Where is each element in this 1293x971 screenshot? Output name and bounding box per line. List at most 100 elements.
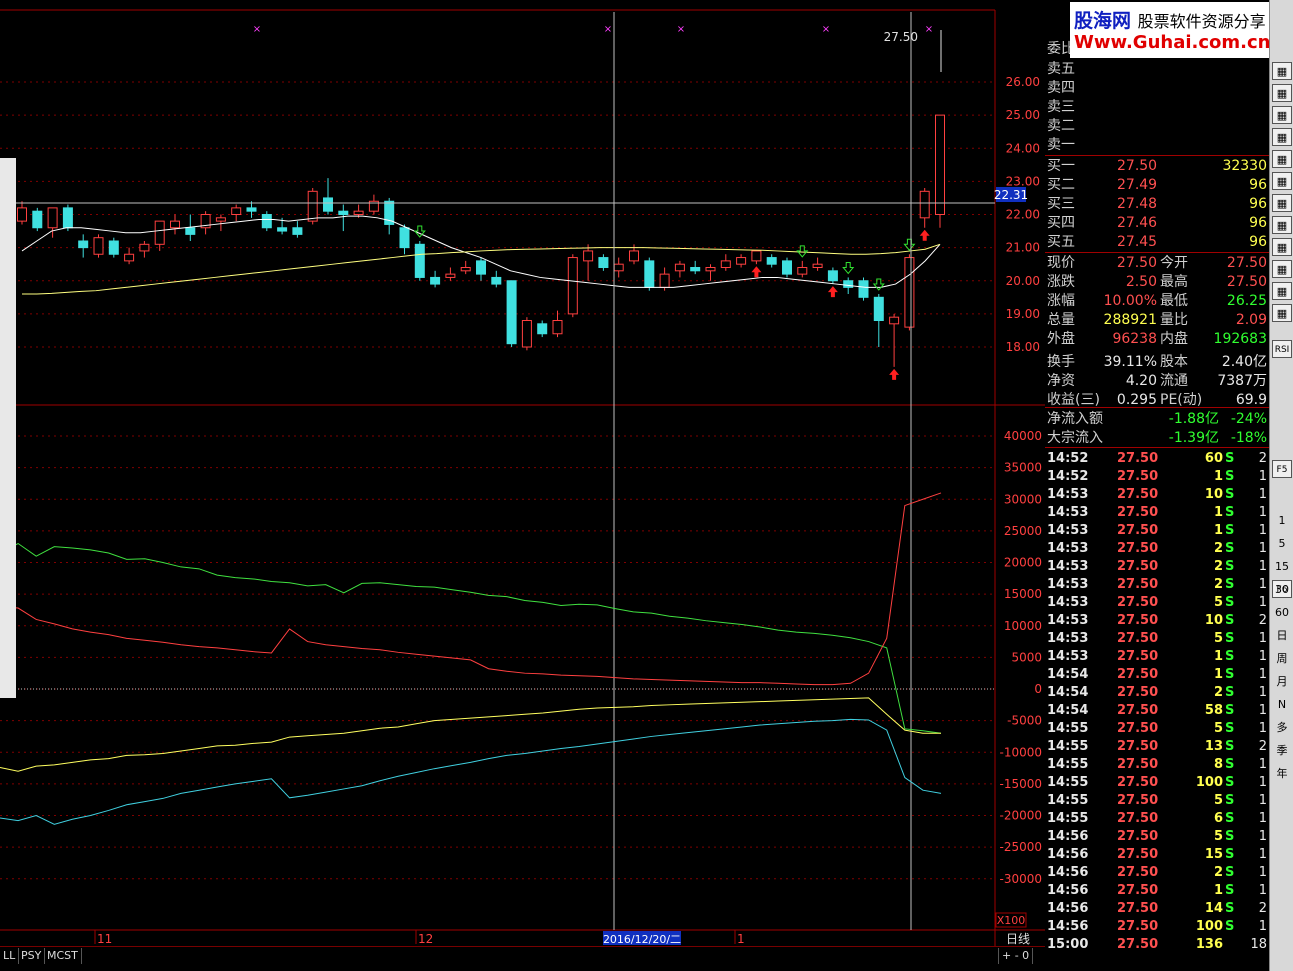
trade-row: 14:53 27.50 2 S 1 [1045, 540, 1269, 558]
candle-body-up [904, 257, 915, 328]
trade-row: 14:52 27.50 1 S 1 [1045, 468, 1269, 486]
candle [476, 257, 486, 281]
indicator-tabs: LL PSY MCST + - 0 [0, 946, 1045, 965]
trade-volume: 1 [1213, 667, 1223, 682]
period-button[interactable]: 1 [1272, 512, 1292, 530]
candle-body-down [185, 227, 196, 235]
candle-body-up [445, 273, 456, 278]
candle-body-down [827, 270, 838, 282]
trade-count: 1 [1258, 829, 1267, 844]
sell-arrow-icon [903, 238, 916, 252]
toolbar-icon[interactable]: ▦ [1272, 282, 1292, 300]
trade-count: 1 [1258, 757, 1267, 772]
buy-arrow-icon [827, 286, 838, 298]
tab-mcst[interactable]: MCST [44, 948, 82, 964]
period-button[interactable]: 15 [1272, 558, 1292, 576]
trade-row: 14:52 27.50 60 S 2 [1045, 450, 1269, 468]
period-button[interactable]: N [1272, 696, 1292, 714]
tab-psy[interactable]: PSY [18, 948, 46, 964]
period-button[interactable]: 60 [1272, 604, 1292, 622]
candle-body-down [690, 267, 701, 272]
toolbar-icon[interactable]: ▦ [1272, 106, 1292, 124]
trade-time: 14:52 [1047, 451, 1089, 466]
trade-volume: 5 [1213, 721, 1223, 736]
toolbar-icon[interactable]: ▦ [1272, 304, 1292, 322]
period-button[interactable]: 周 [1272, 650, 1292, 668]
period-button[interactable]: 多 [1272, 719, 1292, 737]
candle [62, 204, 73, 232]
toolbar-icon[interactable]: ▦ [1272, 84, 1292, 102]
trade-volume: 2 [1213, 865, 1223, 880]
candle-body-up [797, 267, 808, 275]
zoom-controls[interactable]: + - 0 [998, 948, 1034, 964]
trade-price: 27.50 [1117, 667, 1159, 682]
trade-side: S [1225, 487, 1235, 502]
trade-volume: 1 [1213, 505, 1223, 520]
quote-row: 涨跌 2.50 最高 27.50 [1045, 273, 1269, 291]
trade-price: 27.50 [1117, 901, 1159, 916]
trade-count: 1 [1258, 469, 1267, 484]
logo-tagline: 股票软件资源分享 [1137, 12, 1266, 31]
trade-side: S [1225, 667, 1235, 682]
bid-label: 买五 [1047, 234, 1075, 250]
trade-count: 1 [1258, 505, 1267, 520]
toolbar-icon[interactable]: ▦ [1272, 260, 1292, 278]
high-price-label: 27.50 [884, 30, 918, 44]
site-logo[interactable]: 股海网 股票软件资源分享 Www.Guhai.com.cn [1070, 2, 1292, 58]
quote-value: 26.25 [1226, 293, 1267, 309]
candle [491, 270, 502, 288]
period-button[interactable]: 季 [1272, 742, 1292, 760]
period-button[interactable]: 月 [1272, 673, 1292, 691]
candle [93, 234, 104, 258]
trade-count: 1 [1258, 865, 1267, 880]
candle-body-up [919, 190, 930, 219]
candle-body-up [93, 237, 104, 255]
toolbar-icon[interactable]: ▦ [1272, 216, 1292, 234]
toolbar-icon[interactable]: ▦ [1272, 194, 1292, 212]
bid-volume: 96 [1249, 196, 1267, 212]
quote-label: 内盘 [1160, 331, 1188, 347]
candle-body-down [277, 227, 288, 232]
period-button[interactable]: 日 [1272, 627, 1292, 645]
trade-side: S [1225, 883, 1235, 898]
trade-volume: 15 [1204, 847, 1223, 862]
indicator-series-3 [0, 718, 942, 825]
trade-side: S [1225, 757, 1235, 772]
indicator-tick-label: 30000 [1004, 492, 1042, 506]
ask-row: 卖四 [1045, 79, 1269, 97]
tab-ll[interactable]: LL [0, 948, 20, 964]
candle-body-down [873, 296, 884, 321]
overlay-ad-strip[interactable] [0, 158, 16, 698]
trade-side: S [1225, 631, 1235, 646]
candle [782, 257, 792, 278]
toolbar-icon[interactable]: ▦ [1272, 238, 1292, 256]
toolbar-tool-f5[interactable]: F5 [1272, 460, 1292, 478]
toolbar-icon[interactable]: ▦ [1272, 150, 1292, 168]
trade-row: 14:56 27.50 14 S 2 [1045, 900, 1269, 918]
toolbar-icon[interactable]: ▦ [1272, 172, 1292, 190]
candle [261, 211, 272, 232]
toolbar-icon[interactable]: ▦ [1272, 128, 1292, 146]
quote-label: 今开 [1160, 255, 1188, 271]
grid-layer [0, 9, 1045, 946]
period-button[interactable]: 5 [1272, 535, 1292, 553]
period-button[interactable]: 年 [1272, 765, 1292, 783]
bid-volume: 96 [1249, 234, 1267, 250]
chart-area[interactable]: × × × × × 27.50 26.00 25.00 24.00 23.00 22.00 21.0… [0, 0, 1045, 946]
toolbar-icon[interactable]: ▦ [1272, 62, 1292, 80]
trade-row: 14:54 27.50 2 S 1 [1045, 684, 1269, 702]
quote-row: 净资 4.20 流通 7387万 [1045, 372, 1269, 390]
trade-count: 1 [1258, 649, 1267, 664]
indicator-tick-label: 15000 [1004, 587, 1042, 601]
trade-side: S [1225, 595, 1235, 610]
axis-layer: 26.00 25.00 24.00 23.00 22.00 21.00 20.00 19.00… [94, 75, 1042, 946]
bid-row: 买五 27.45 96 [1045, 233, 1269, 251]
trade-price: 27.50 [1117, 847, 1159, 862]
period-button[interactable]: 30 [1272, 581, 1292, 599]
flow-pct: -24% [1230, 411, 1267, 427]
candle-body-up [812, 263, 823, 268]
candle-body-down [399, 227, 410, 249]
toolbar-tool-rsi[interactable]: RSI [1272, 340, 1292, 358]
bid-row: 买一 27.50 32330 [1045, 157, 1269, 175]
trade-time: 14:56 [1047, 901, 1089, 916]
